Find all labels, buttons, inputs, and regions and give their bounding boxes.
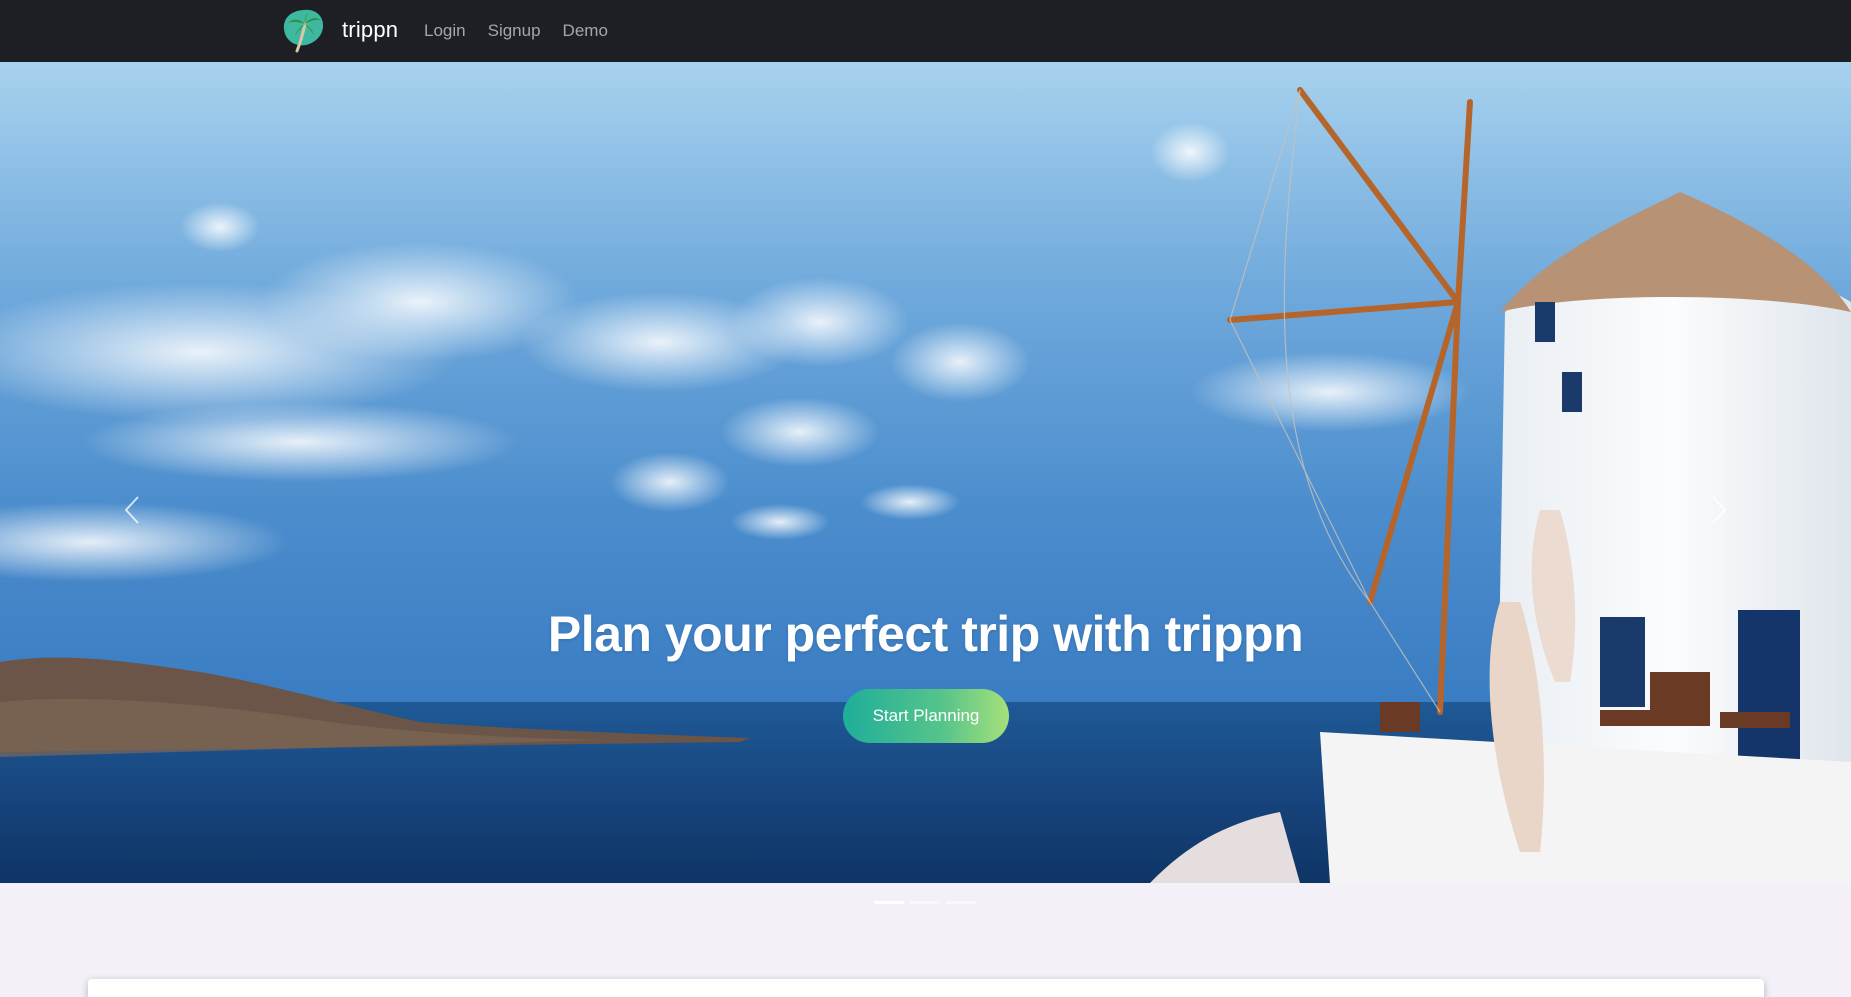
carousel-prev-button[interactable] <box>112 470 152 550</box>
nav-signup-link[interactable]: Signup <box>488 21 541 41</box>
top-navbar: trippn Login Signup Demo <box>0 0 1851 62</box>
hero-carousel: Plan your perfect trip with trippn Start… <box>0 62 1851 883</box>
carousel-indicator-1[interactable] <box>874 901 904 904</box>
carousel-indicator-2[interactable] <box>910 901 940 904</box>
palm-tree-logo-icon <box>283 9 324 53</box>
chevron-right-icon <box>1712 496 1727 524</box>
carousel-next-button[interactable] <box>1699 470 1739 550</box>
hero-title: Plan your perfect trip with trippn <box>547 606 1304 662</box>
brand-link[interactable]: trippn <box>281 6 398 54</box>
chevron-left-icon <box>124 496 139 524</box>
nav-login-link[interactable]: Login <box>424 21 466 41</box>
carousel-indicator-3[interactable] <box>946 901 976 904</box>
content-card <box>88 979 1764 997</box>
carousel-indicators <box>874 901 982 904</box>
nav-demo-link[interactable]: Demo <box>563 21 608 41</box>
brand-name: trippn <box>342 17 399 42</box>
hero-background-image <box>0 62 1851 883</box>
nav-links: Login Signup Demo <box>424 0 630 62</box>
start-planning-button[interactable]: Start Planning <box>843 689 1009 743</box>
